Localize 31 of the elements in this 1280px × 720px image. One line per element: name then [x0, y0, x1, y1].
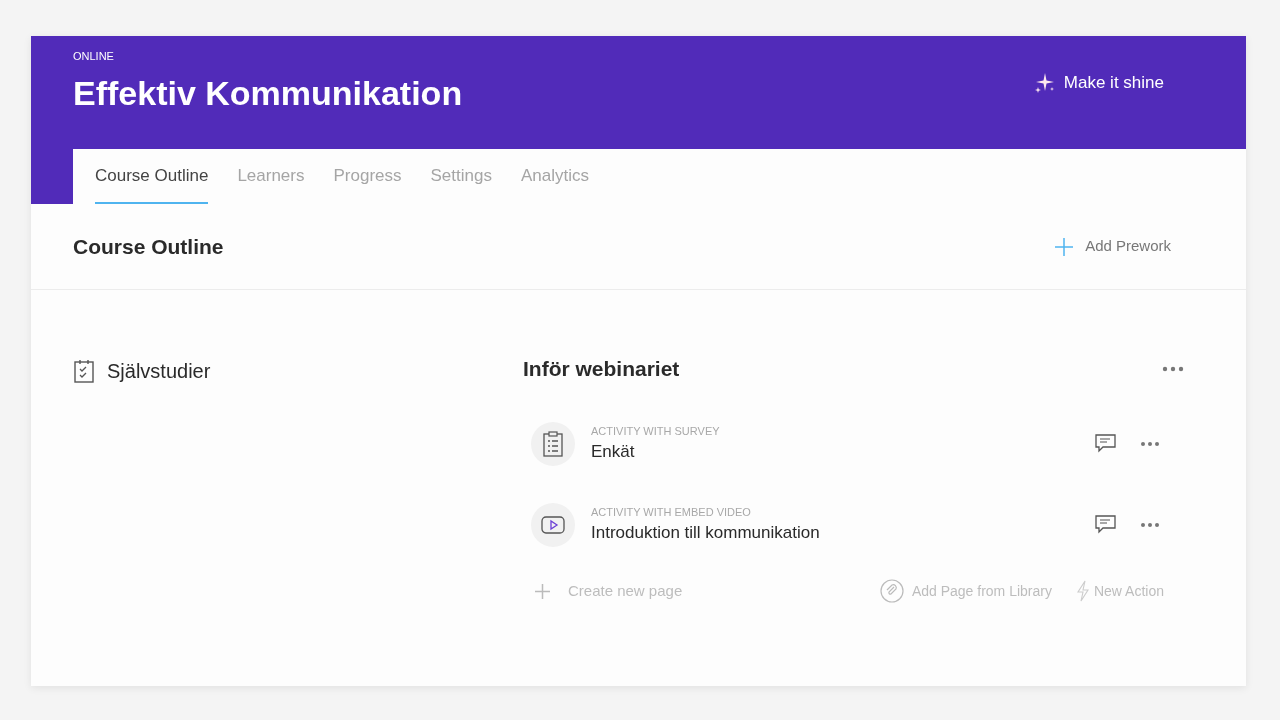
more-icon — [1140, 440, 1160, 447]
checklist-icon — [73, 359, 95, 384]
create-new-page-button[interactable]: Create new page — [535, 580, 683, 603]
tab[interactable]: Learners — [237, 149, 305, 204]
plus-icon — [535, 583, 550, 599]
tab[interactable]: Analytics — [520, 149, 589, 204]
tab[interactable]: Course Outline — [95, 149, 209, 204]
comment-icon — [1095, 434, 1116, 454]
comment-icon — [1095, 515, 1116, 535]
group-title: Inför webinariet — [523, 356, 680, 382]
activity-type: ACTIVITY WITH EMBED VIDEO — [591, 504, 752, 520]
activity-title[interactable]: Introduktion till kommunikation — [591, 520, 1091, 546]
add-page-from-library-button[interactable]: Add Page from Library — [879, 579, 1052, 604]
module-title: Självstudier — [107, 359, 211, 385]
course-type-label: ONLINE — [73, 49, 115, 64]
clipboard-list-icon — [543, 430, 563, 457]
activity-title[interactable]: Enkät — [591, 439, 1091, 465]
play-icon — [541, 514, 565, 535]
plus-icon — [1055, 237, 1074, 256]
activity-type: ACTIVITY WITH SURVEY — [591, 423, 721, 439]
more-icon — [1140, 521, 1160, 528]
tab[interactable]: Settings — [430, 149, 492, 204]
more-icon — [1162, 365, 1184, 372]
add-prework-button[interactable]: Add Prework — [1055, 235, 1171, 258]
tab[interactable]: Progress — [333, 149, 402, 204]
course-title: Effektiv Kommunikation — [73, 72, 463, 114]
make-it-shine-button[interactable]: Make it shine — [1033, 70, 1164, 96]
new-action-button[interactable]: New Action — [1075, 580, 1164, 603]
paperclip-icon — [879, 579, 904, 604]
section-title: Course Outline — [73, 234, 224, 260]
lightning-icon — [1075, 580, 1090, 603]
